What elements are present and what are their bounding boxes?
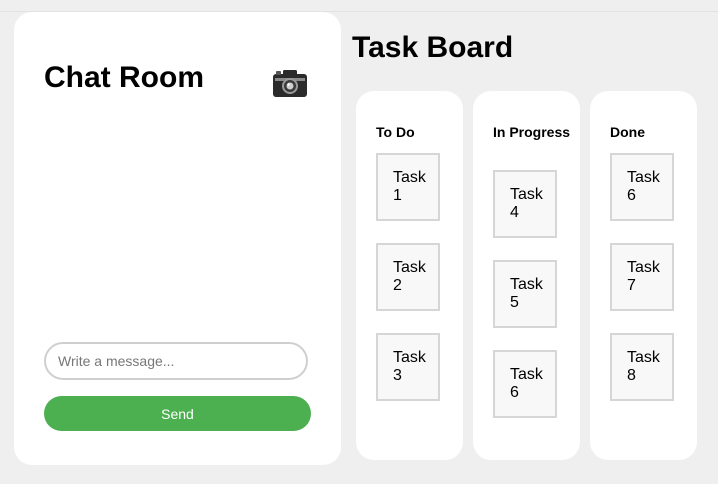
board-title: Task Board bbox=[352, 31, 514, 64]
camera-icon[interactable] bbox=[272, 68, 308, 98]
column-done: Done Task 6 Task 7 Task 8 bbox=[590, 91, 697, 460]
task-card[interactable]: Task 4 bbox=[493, 170, 557, 238]
column-to-do: To Do Task 1 Task 2 Task 3 bbox=[356, 91, 463, 460]
task-card[interactable]: Task 7 bbox=[610, 243, 674, 311]
column-title: Done bbox=[610, 124, 645, 140]
task-card[interactable]: Task 3 bbox=[376, 333, 440, 401]
column-in-progress: In Progress Task 4 Task 5 Task 6 bbox=[473, 91, 580, 460]
chat-title: Chat Room bbox=[44, 61, 204, 94]
message-input[interactable] bbox=[44, 342, 308, 380]
column-title: In Progress bbox=[493, 124, 571, 140]
task-card[interactable]: Task 2 bbox=[376, 243, 440, 311]
column-title: To Do bbox=[376, 124, 415, 140]
task-card[interactable]: Task 5 bbox=[493, 260, 557, 328]
task-card[interactable]: Task 8 bbox=[610, 333, 674, 401]
send-button[interactable]: Send bbox=[44, 396, 311, 431]
chat-panel: Chat Room Send bbox=[14, 12, 341, 465]
task-card[interactable]: Task 6 bbox=[493, 350, 557, 418]
task-card[interactable]: Task 1 bbox=[376, 153, 440, 221]
task-card[interactable]: Task 6 bbox=[610, 153, 674, 221]
